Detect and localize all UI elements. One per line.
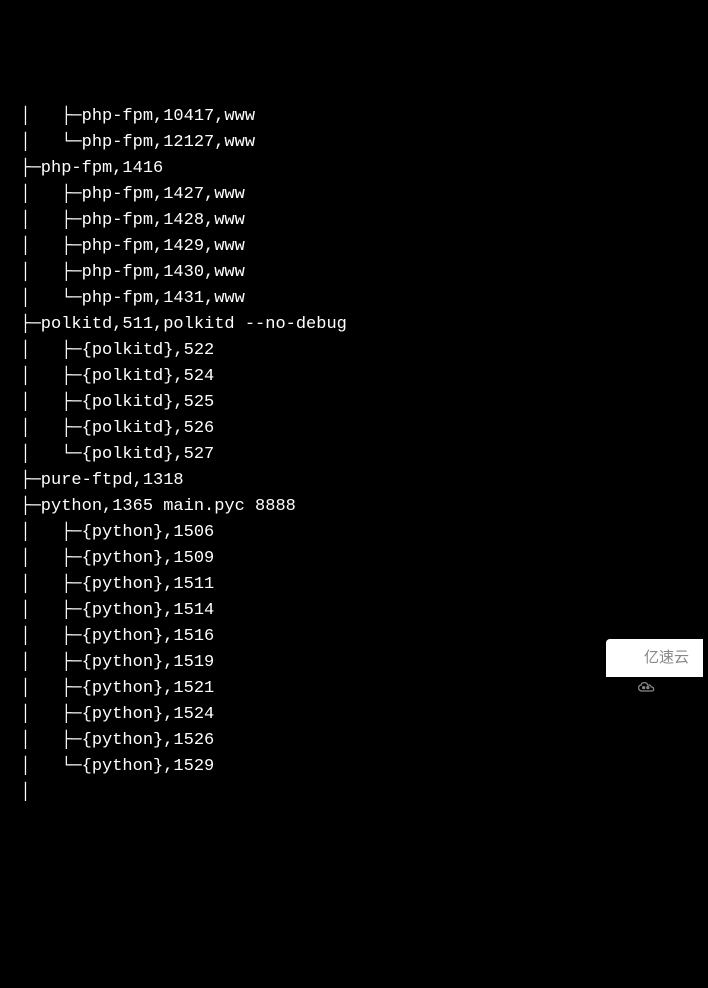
terminal-line: ├─pure-ftpd,1318	[0, 468, 708, 494]
terminal-line: │ ├─{polkitd},524	[0, 364, 708, 390]
terminal-line: │ └─php-fpm,1431,www	[0, 286, 708, 312]
terminal-line: │ ├─{polkitd},522	[0, 338, 708, 364]
terminal-line: │ ├─{polkitd},525	[0, 390, 708, 416]
terminal-line: │ ├─{python},1526	[0, 728, 708, 754]
terminal-line: │ ├─{polkitd},526	[0, 416, 708, 442]
terminal-line: ├─php-fpm,1416	[0, 156, 708, 182]
terminal-line: │ ├─{python},1521	[0, 676, 708, 702]
terminal-line: │ ├─php-fpm,10417,www	[0, 104, 708, 130]
terminal-line: │ ├─{python},1509	[0, 546, 708, 572]
terminal-line: │ ├─{python},1516	[0, 624, 708, 650]
terminal-line: │ ├─{python},1511	[0, 572, 708, 598]
cloud-icon	[620, 651, 640, 665]
watermark-text: 亿速云	[644, 645, 689, 671]
terminal-line: │ ├─{python},1514	[0, 598, 708, 624]
watermark-badge: 亿速云	[606, 639, 703, 677]
terminal-line: │ ├─php-fpm,1428,www	[0, 208, 708, 234]
terminal-line: │ ├─php-fpm,1430,www	[0, 260, 708, 286]
terminal-line: │ └─{python},1529	[0, 754, 708, 780]
terminal-line: ├─python,1365 main.pyc 8888	[0, 494, 708, 520]
terminal-line: │ └─php-fpm,12127,www	[0, 130, 708, 156]
terminal-line: │ ├─{python},1506	[0, 520, 708, 546]
terminal-output: │ ├─php-fpm,10417,www │ └─php-fpm,12127,…	[0, 104, 708, 806]
terminal-line: │ └─{polkitd},527	[0, 442, 708, 468]
terminal-line: ├─polkitd,511,polkitd --no-debug	[0, 312, 708, 338]
terminal-line: │	[0, 780, 708, 806]
terminal-line: │ ├─{python},1524	[0, 702, 708, 728]
terminal-line: │ ├─php-fpm,1427,www	[0, 182, 708, 208]
terminal-line: │ ├─php-fpm,1429,www	[0, 234, 708, 260]
terminal-line: │ ├─{python},1519	[0, 650, 708, 676]
